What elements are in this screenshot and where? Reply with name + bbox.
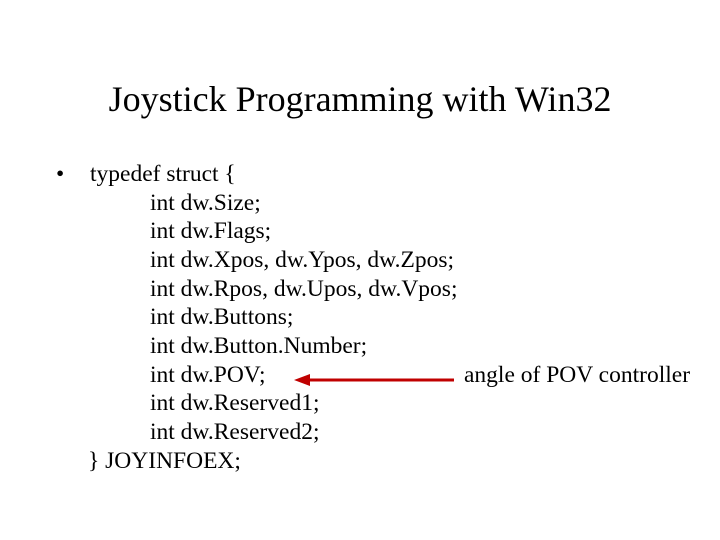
struct-line: int dw.Button.Number; xyxy=(54,332,680,361)
struct-open: typedef struct { xyxy=(90,160,680,189)
arrow-left-icon xyxy=(294,373,454,377)
struct-line: int dw.Xpos, dw.Ypos, dw.Zpos; xyxy=(54,246,680,275)
bullet-marker: • xyxy=(54,160,90,189)
slide: Joystick Programming with Win32 • typede… xyxy=(0,0,720,540)
struct-line: int dw.Rpos, dw.Upos, dw.Vpos; xyxy=(54,275,680,304)
struct-line-pov: int dw.POV; angle of POV controller xyxy=(54,361,680,390)
slide-title: Joystick Programming with Win32 xyxy=(0,78,720,120)
struct-line-pov-text: int dw.POV; xyxy=(150,362,266,388)
struct-line: int dw.Buttons; xyxy=(54,303,680,332)
pov-annotation: angle of POV controller xyxy=(464,361,690,390)
struct-line: int dw.Size; xyxy=(54,189,680,218)
slide-body: • typedef struct { int dw.Size; int dw.F… xyxy=(54,160,680,475)
struct-line: int dw.Flags; xyxy=(54,217,680,246)
bullet-item: • typedef struct { xyxy=(54,160,680,189)
struct-line: int dw.Reserved1; xyxy=(54,389,680,418)
struct-line: int dw.Reserved2; xyxy=(54,418,680,447)
struct-close: } JOYINFOEX; xyxy=(54,447,680,476)
